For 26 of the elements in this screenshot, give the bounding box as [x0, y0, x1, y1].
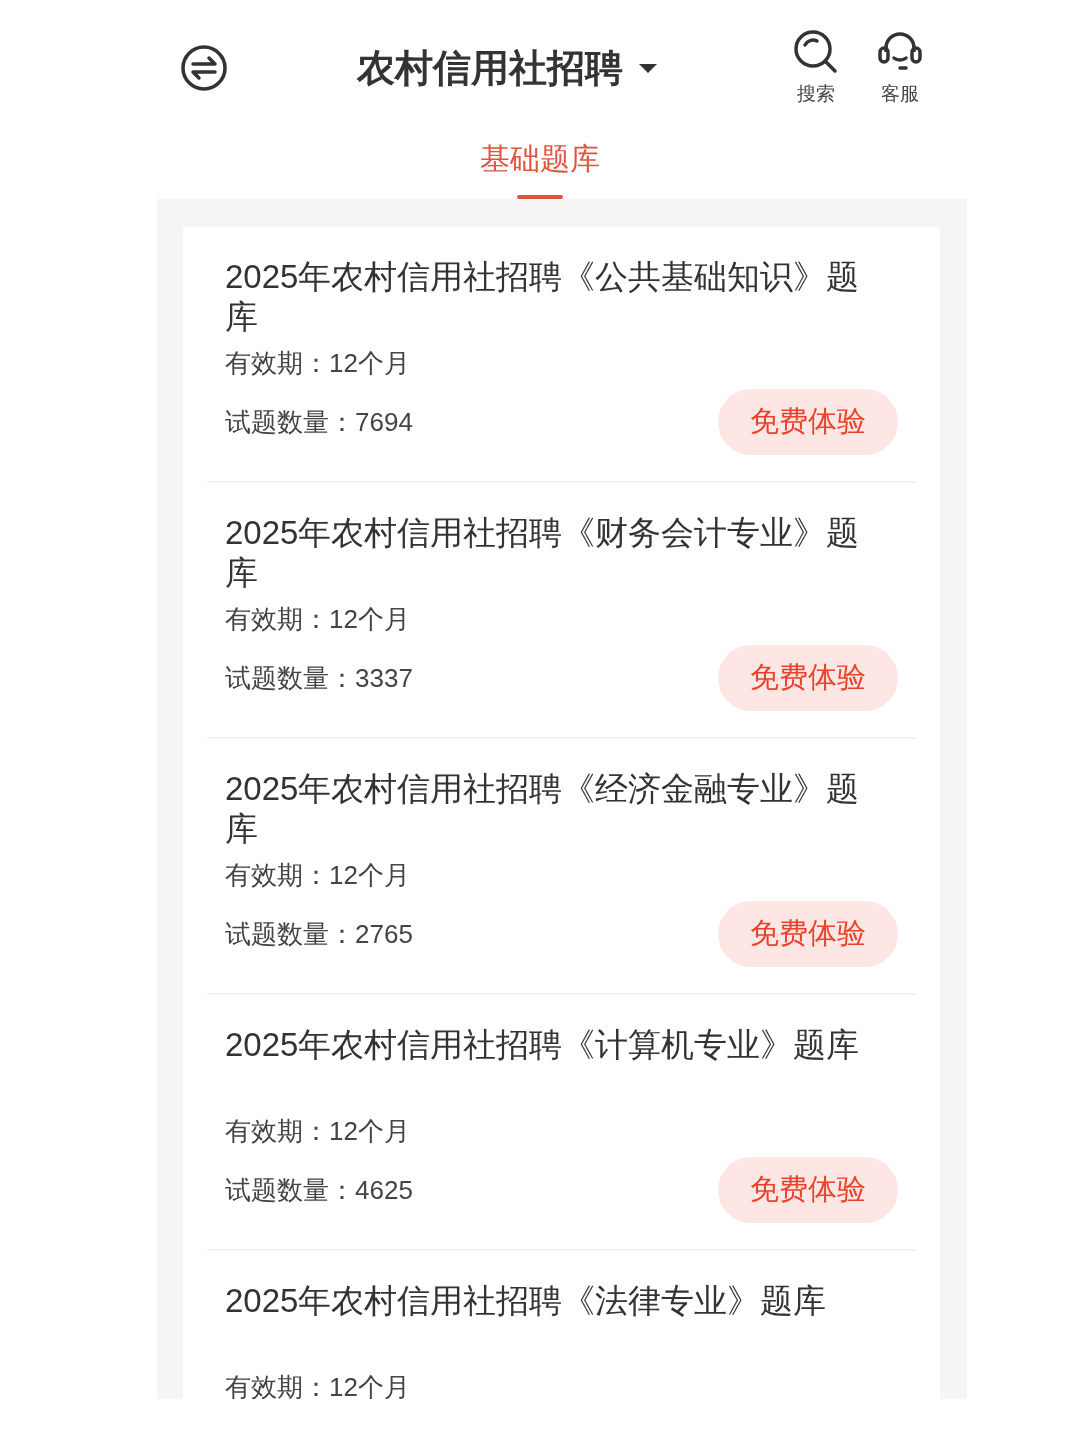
- search-button[interactable]: 搜索: [786, 27, 846, 109]
- validity-text: 有效期：12个月: [225, 859, 411, 892]
- validity-text: 有效期：12个月: [225, 1371, 411, 1399]
- free-trial-button[interactable]: 免费体验: [718, 1157, 898, 1223]
- question-count: 试题数量：3337: [225, 662, 413, 695]
- bank-title: 2025年农村信用社招聘《法律专业》题库: [225, 1281, 828, 1321]
- question-count: 试题数量：2765: [225, 918, 413, 951]
- validity-text: 有效期：12个月: [225, 347, 411, 380]
- validity-text: 有效期：12个月: [225, 1115, 411, 1148]
- swap-arrows-icon[interactable]: [180, 44, 228, 92]
- customer-service-button[interactable]: 客服: [870, 27, 930, 109]
- free-trial-button[interactable]: 免费体验: [718, 901, 898, 967]
- search-icon: [792, 27, 840, 76]
- free-trial-button[interactable]: 免费体验: [718, 645, 898, 711]
- free-trial-button[interactable]: 免费体验: [718, 389, 898, 455]
- page-title[interactable]: 农村信用社招聘: [357, 39, 623, 97]
- bank-title: 2025年农村信用社招聘《计算机专业》题库: [225, 1025, 861, 1065]
- bank-title: 2025年农村信用社招聘《公共基础知识》题库: [225, 257, 861, 337]
- tab-underline: [517, 195, 563, 199]
- question-count: 试题数量：7694: [225, 406, 413, 439]
- question-count: 试题数量：4625: [225, 1174, 413, 1207]
- tab[interactable]: 基础题库: [480, 136, 600, 195]
- bank-title: 2025年农村信用社招聘《财务会计专业》题库: [225, 513, 861, 593]
- bank-title: 2025年农村信用社招聘《经济金融专业》题库: [225, 769, 861, 849]
- validity-text: 有效期：12个月: [225, 603, 411, 636]
- dropdown-caret-icon[interactable]: [639, 63, 657, 73]
